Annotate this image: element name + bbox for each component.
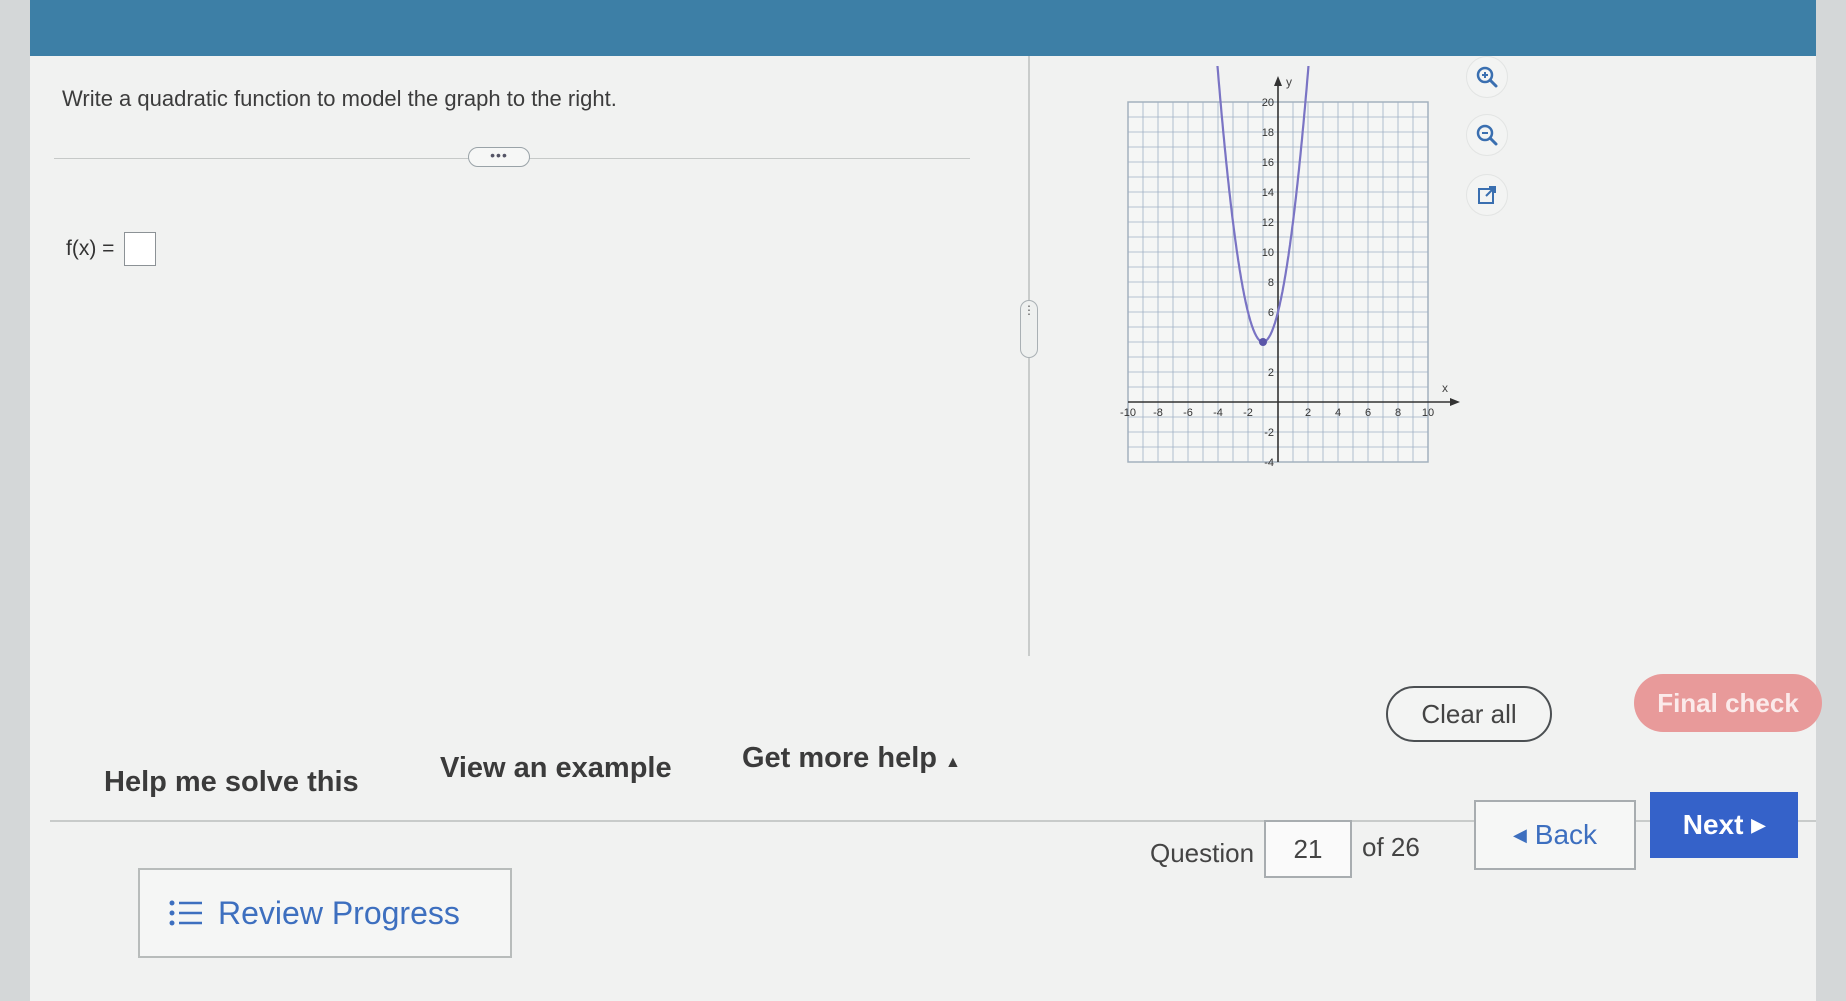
caret-up-icon: ▲ [945,754,961,771]
x-tick-label: -2 [1243,407,1253,419]
x-tick-label: 10 [1422,407,1434,419]
y-tick-label: 8 [1268,277,1274,289]
popout-button[interactable] [1466,174,1508,216]
y-tick-label: 6 [1268,307,1274,319]
review-progress-button[interactable]: Review Progress [138,868,512,958]
question-number-input[interactable]: 21 [1264,820,1352,878]
arrow-right-icon: ▶ [1751,814,1766,835]
expand-button[interactable]: ••• [468,147,530,167]
zoom-in-icon [1476,66,1498,88]
x-tick-label: -4 [1213,407,1223,419]
question-pane: Write a quadratic function to model the … [30,56,1030,656]
top-bar [30,0,1816,56]
y-tick-label: -2 [1264,427,1274,439]
x-tick-label: 2 [1305,407,1311,419]
x-tick-label: 4 [1335,407,1341,419]
final-check-button[interactable]: Final check [1634,674,1822,732]
zoom-out-icon [1476,124,1498,146]
arrow-left-icon: ◀ [1512,824,1527,845]
y-tick-label: 10 [1262,247,1274,259]
x-tick-label: -6 [1183,407,1193,419]
question-total: of 26 [1362,832,1420,862]
help-me-solve-link[interactable]: Help me solve this [104,766,359,799]
clear-all-button[interactable]: Clear all [1386,686,1552,742]
y-tick-label: 14 [1262,187,1274,199]
y-axis-arrow [1274,76,1282,86]
y-tick-label: 16 [1262,157,1274,169]
y-tick-label: 18 [1262,127,1274,139]
vertex-point [1259,338,1267,346]
question-label: Question [1150,838,1255,868]
answer-row: f(x) = [66,232,157,266]
answer-label: f(x) = [66,237,115,260]
graph-pane: x y -10 -8 -6 -4 -2 2 4 6 8 10 20 18 16 14 12 10 8 6 2 -2 -4 [1030,56,1816,656]
question-prompt: Write a quadratic function to model the … [62,86,617,111]
list-icon [169,900,202,926]
x-tick-label: -10 [1120,407,1136,419]
x-axis-label: x [1442,381,1448,395]
get-more-help-label: Get more help [742,742,937,774]
y-tick-label: 12 [1262,217,1274,229]
screen: Write a quadratic function to model the … [0,0,1846,1001]
next-label: Next [1682,809,1744,840]
view-example-link[interactable]: View an example [440,752,672,785]
x-tick-label: -8 [1153,407,1163,419]
zoom-in-button[interactable] [1466,56,1508,98]
popout-icon [1478,186,1496,204]
zoom-out-button[interactable] [1466,114,1508,156]
y-tick-label: 2 [1268,367,1274,379]
back-button[interactable]: ◀ Back [1474,800,1636,870]
next-button[interactable]: Next ▶ [1650,792,1798,858]
page: Write a quadratic function to model the … [30,0,1822,1001]
x-tick-label: 6 [1365,407,1371,419]
back-label: Back [1534,819,1598,850]
answer-input[interactable] [124,232,157,266]
x-tick-label: 8 [1395,407,1401,419]
get-more-help-link[interactable]: Get more help ▲ [742,742,961,775]
y-tick-label: 20 [1262,97,1274,109]
action-area: Help me solve this View an example Get m… [30,656,1822,1001]
quadratic-graph: x y -10 -8 -6 -4 -2 2 4 6 8 10 20 18 16 14 12 10 8 6 2 -2 -4 [1120,66,1460,469]
review-progress-label: Review Progress [218,894,460,931]
y-axis-label: y [1286,75,1292,89]
y-tick-label: -4 [1264,457,1274,469]
x-axis-arrow [1450,398,1460,406]
